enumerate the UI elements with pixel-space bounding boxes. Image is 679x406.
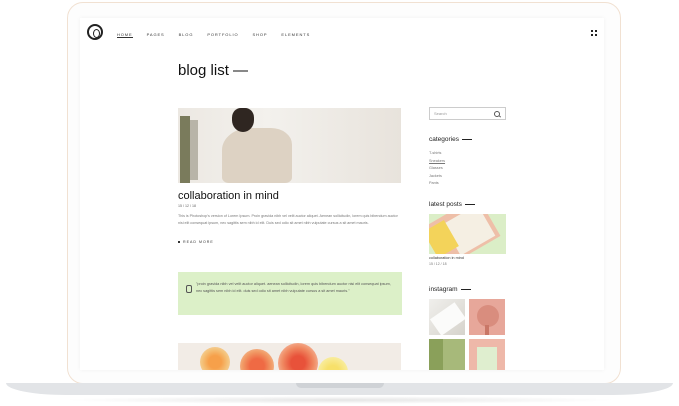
read-more-link[interactable]: READ MORE (178, 240, 214, 244)
latest-post-title[interactable]: collaboration in mind (429, 256, 464, 260)
latest-post-date: 15 / 12 / 18 (429, 262, 447, 266)
category-item[interactable]: Pants (429, 180, 445, 188)
category-item[interactable]: Sneakers (429, 158, 445, 166)
post-excerpt: This is Photoshop's version of Lorem Ips… (178, 214, 398, 225)
laptop-notch (296, 383, 384, 388)
attachment-icon (186, 285, 192, 293)
search-placeholder: Search (434, 111, 447, 116)
search-field[interactable]: Search (429, 107, 506, 120)
category-item[interactable]: T-shirts (429, 150, 445, 158)
post-image[interactable] (178, 108, 401, 183)
category-item[interactable]: Glasses (429, 165, 445, 173)
read-more-label: READ MORE (183, 240, 214, 244)
categories-list: T-shirts Sneakers Glasses Jackets Pants (429, 150, 445, 188)
instagram-image[interactable] (429, 339, 465, 370)
category-item[interactable]: Jackets (429, 173, 445, 181)
instagram-image[interactable] (469, 339, 505, 370)
nav-home[interactable]: HOME (117, 32, 133, 38)
nav-portfolio[interactable]: PORTFOLIO (207, 32, 238, 38)
nav-elements[interactable]: ELEMENTS (281, 32, 310, 38)
instagram-title: instagram (429, 286, 471, 293)
bullet-icon (178, 241, 180, 243)
quote-text: "proin gravida nibh vel velit auctor ali… (196, 282, 391, 293)
post-title[interactable]: collaboration in mind (178, 190, 279, 202)
latest-post-image[interactable] (429, 214, 506, 254)
instagram-image[interactable] (429, 299, 465, 335)
search-icon[interactable] (494, 111, 500, 117)
nav-blog[interactable]: BLOG (179, 32, 194, 38)
laptop-shadow (60, 396, 620, 404)
latest-posts-title: latest posts (429, 201, 475, 208)
quote-post: "proin gravida nibh vel velit auctor ali… (178, 272, 402, 315)
nav-shop[interactable]: SHOP (252, 32, 267, 38)
grid-menu-icon[interactable] (591, 30, 597, 36)
categories-title: categories (429, 136, 472, 143)
screen: HOME PAGES BLOG PORTFOLIO SHOP ELEMENTS … (80, 18, 604, 370)
main-nav: HOME PAGES BLOG PORTFOLIO SHOP ELEMENTS (117, 32, 324, 38)
nav-pages[interactable]: PAGES (147, 32, 165, 38)
instagram-image[interactable] (469, 299, 505, 335)
page-title: blog list — (178, 62, 249, 79)
post-date: 15 / 12 / 18 (178, 204, 196, 208)
post-image-fruit[interactable] (178, 343, 401, 370)
logo-icon[interactable] (87, 24, 103, 40)
